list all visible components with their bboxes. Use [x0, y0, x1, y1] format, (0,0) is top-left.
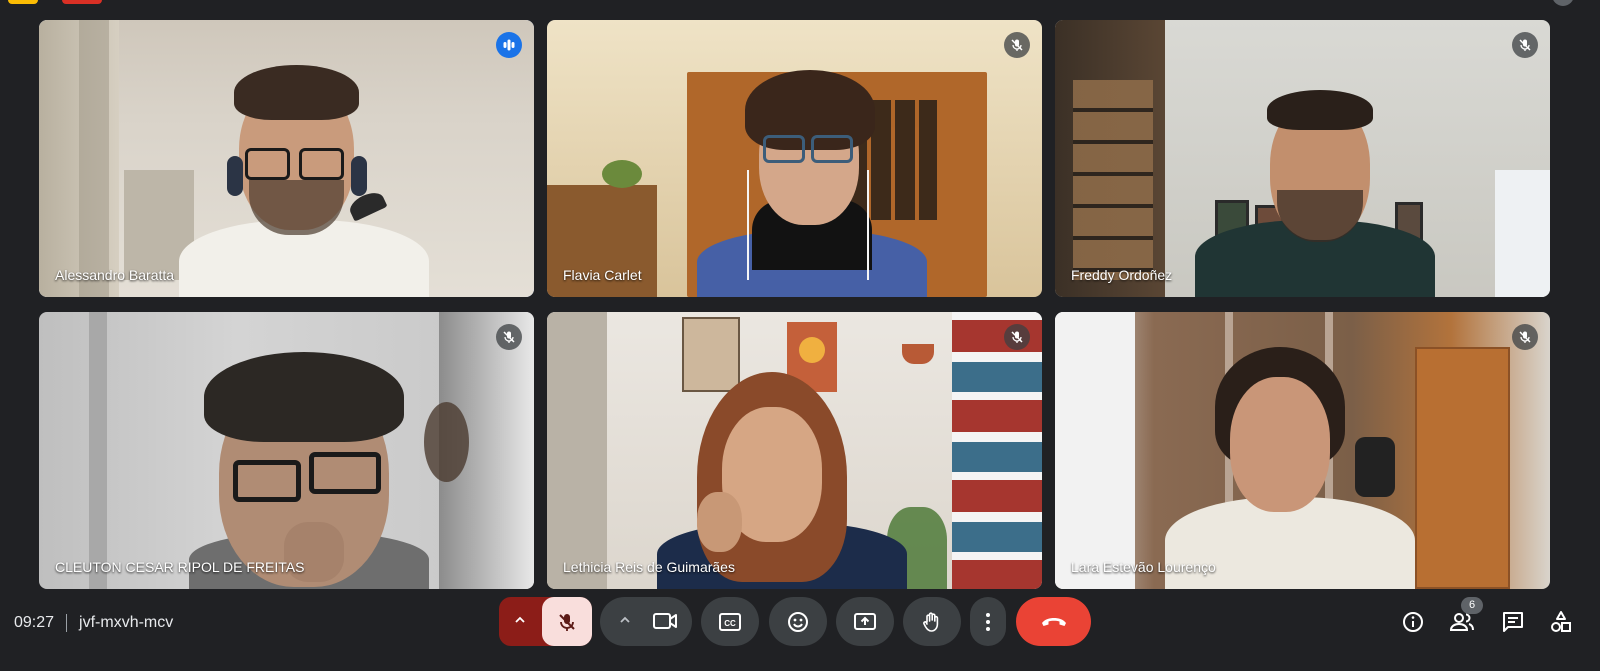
captions-button[interactable]: CC: [701, 597, 759, 646]
top-right-indicator: [1552, 0, 1574, 6]
hand-icon: [920, 610, 944, 634]
participant-name: Flavia Carlet: [563, 267, 642, 283]
camera-control[interactable]: [600, 597, 692, 646]
video-feed: [547, 312, 1042, 589]
mic-off-icon: [1004, 324, 1030, 350]
participant-tile[interactable]: Alessandro Baratta: [39, 20, 534, 297]
meeting-code[interactable]: jvf-mxvh-mcv: [79, 614, 173, 632]
mic-off-icon: [1004, 32, 1030, 58]
participant-name: CLEUTON CESAR RIPOL DE FREITAS: [55, 559, 305, 575]
emoji-icon: [786, 610, 810, 634]
chevron-up-icon[interactable]: [618, 613, 632, 627]
info-icon[interactable]: [1400, 609, 1426, 635]
divider: [66, 614, 68, 632]
video-feed: [547, 20, 1042, 297]
audio-bars-icon: [496, 32, 522, 58]
videocam-icon[interactable]: [652, 609, 678, 633]
mic-toggle-button[interactable]: [542, 597, 592, 646]
top-indicator-red: [62, 0, 102, 4]
reactions-button[interactable]: [769, 597, 827, 646]
mic-off-icon: [496, 324, 522, 350]
participant-count-badge: 6: [1461, 597, 1483, 614]
activities-icon[interactable]: [1548, 609, 1574, 635]
control-bar: 09:27 jvf-mxvh-mcv CC 6: [0, 597, 1600, 671]
participant-name: Lethicia Reis de Guimarães: [563, 559, 735, 575]
participant-tile[interactable]: Lethicia Reis de Guimarães: [547, 312, 1042, 589]
video-feed: [1055, 20, 1550, 297]
mic-control[interactable]: [499, 597, 592, 646]
participant-name: Alessandro Baratta: [55, 267, 175, 283]
participant-grid: Alessandro Baratta Flavia Carlet Freddy …: [39, 20, 1551, 589]
raise-hand-button[interactable]: [903, 597, 961, 646]
call-end-icon: [1040, 615, 1068, 629]
more-options-button[interactable]: [970, 597, 1006, 646]
leave-call-button[interactable]: [1016, 597, 1091, 646]
video-feed: [1055, 312, 1550, 589]
participant-name: Lara Estevão Lourenço: [1071, 559, 1216, 575]
participant-name: Freddy Ordoñez: [1071, 267, 1173, 283]
meeting-time: 09:27: [14, 614, 55, 631]
video-feed: [39, 20, 534, 297]
video-feed: [39, 312, 534, 589]
present-button[interactable]: [836, 597, 894, 646]
top-indicator-yellow: [8, 0, 38, 4]
mic-off-icon: [556, 611, 578, 633]
mic-off-icon: [1512, 32, 1538, 58]
present-screen-icon: [853, 611, 877, 633]
meeting-info: 09:27 jvf-mxvh-mcv: [14, 611, 173, 635]
participant-tile[interactable]: Flavia Carlet: [547, 20, 1042, 297]
participant-tile[interactable]: Lara Estevão Lourenço: [1055, 312, 1550, 589]
mic-off-icon: [1512, 324, 1538, 350]
closed-captions-icon: CC: [718, 612, 742, 632]
more-vert-icon: [985, 612, 991, 632]
chat-icon[interactable]: [1500, 609, 1526, 635]
svg-text:CC: CC: [724, 619, 736, 628]
chevron-up-icon[interactable]: [513, 613, 527, 627]
participant-tile[interactable]: Freddy Ordoñez: [1055, 20, 1550, 297]
participant-tile[interactable]: CLEUTON CESAR RIPOL DE FREITAS: [39, 312, 534, 589]
